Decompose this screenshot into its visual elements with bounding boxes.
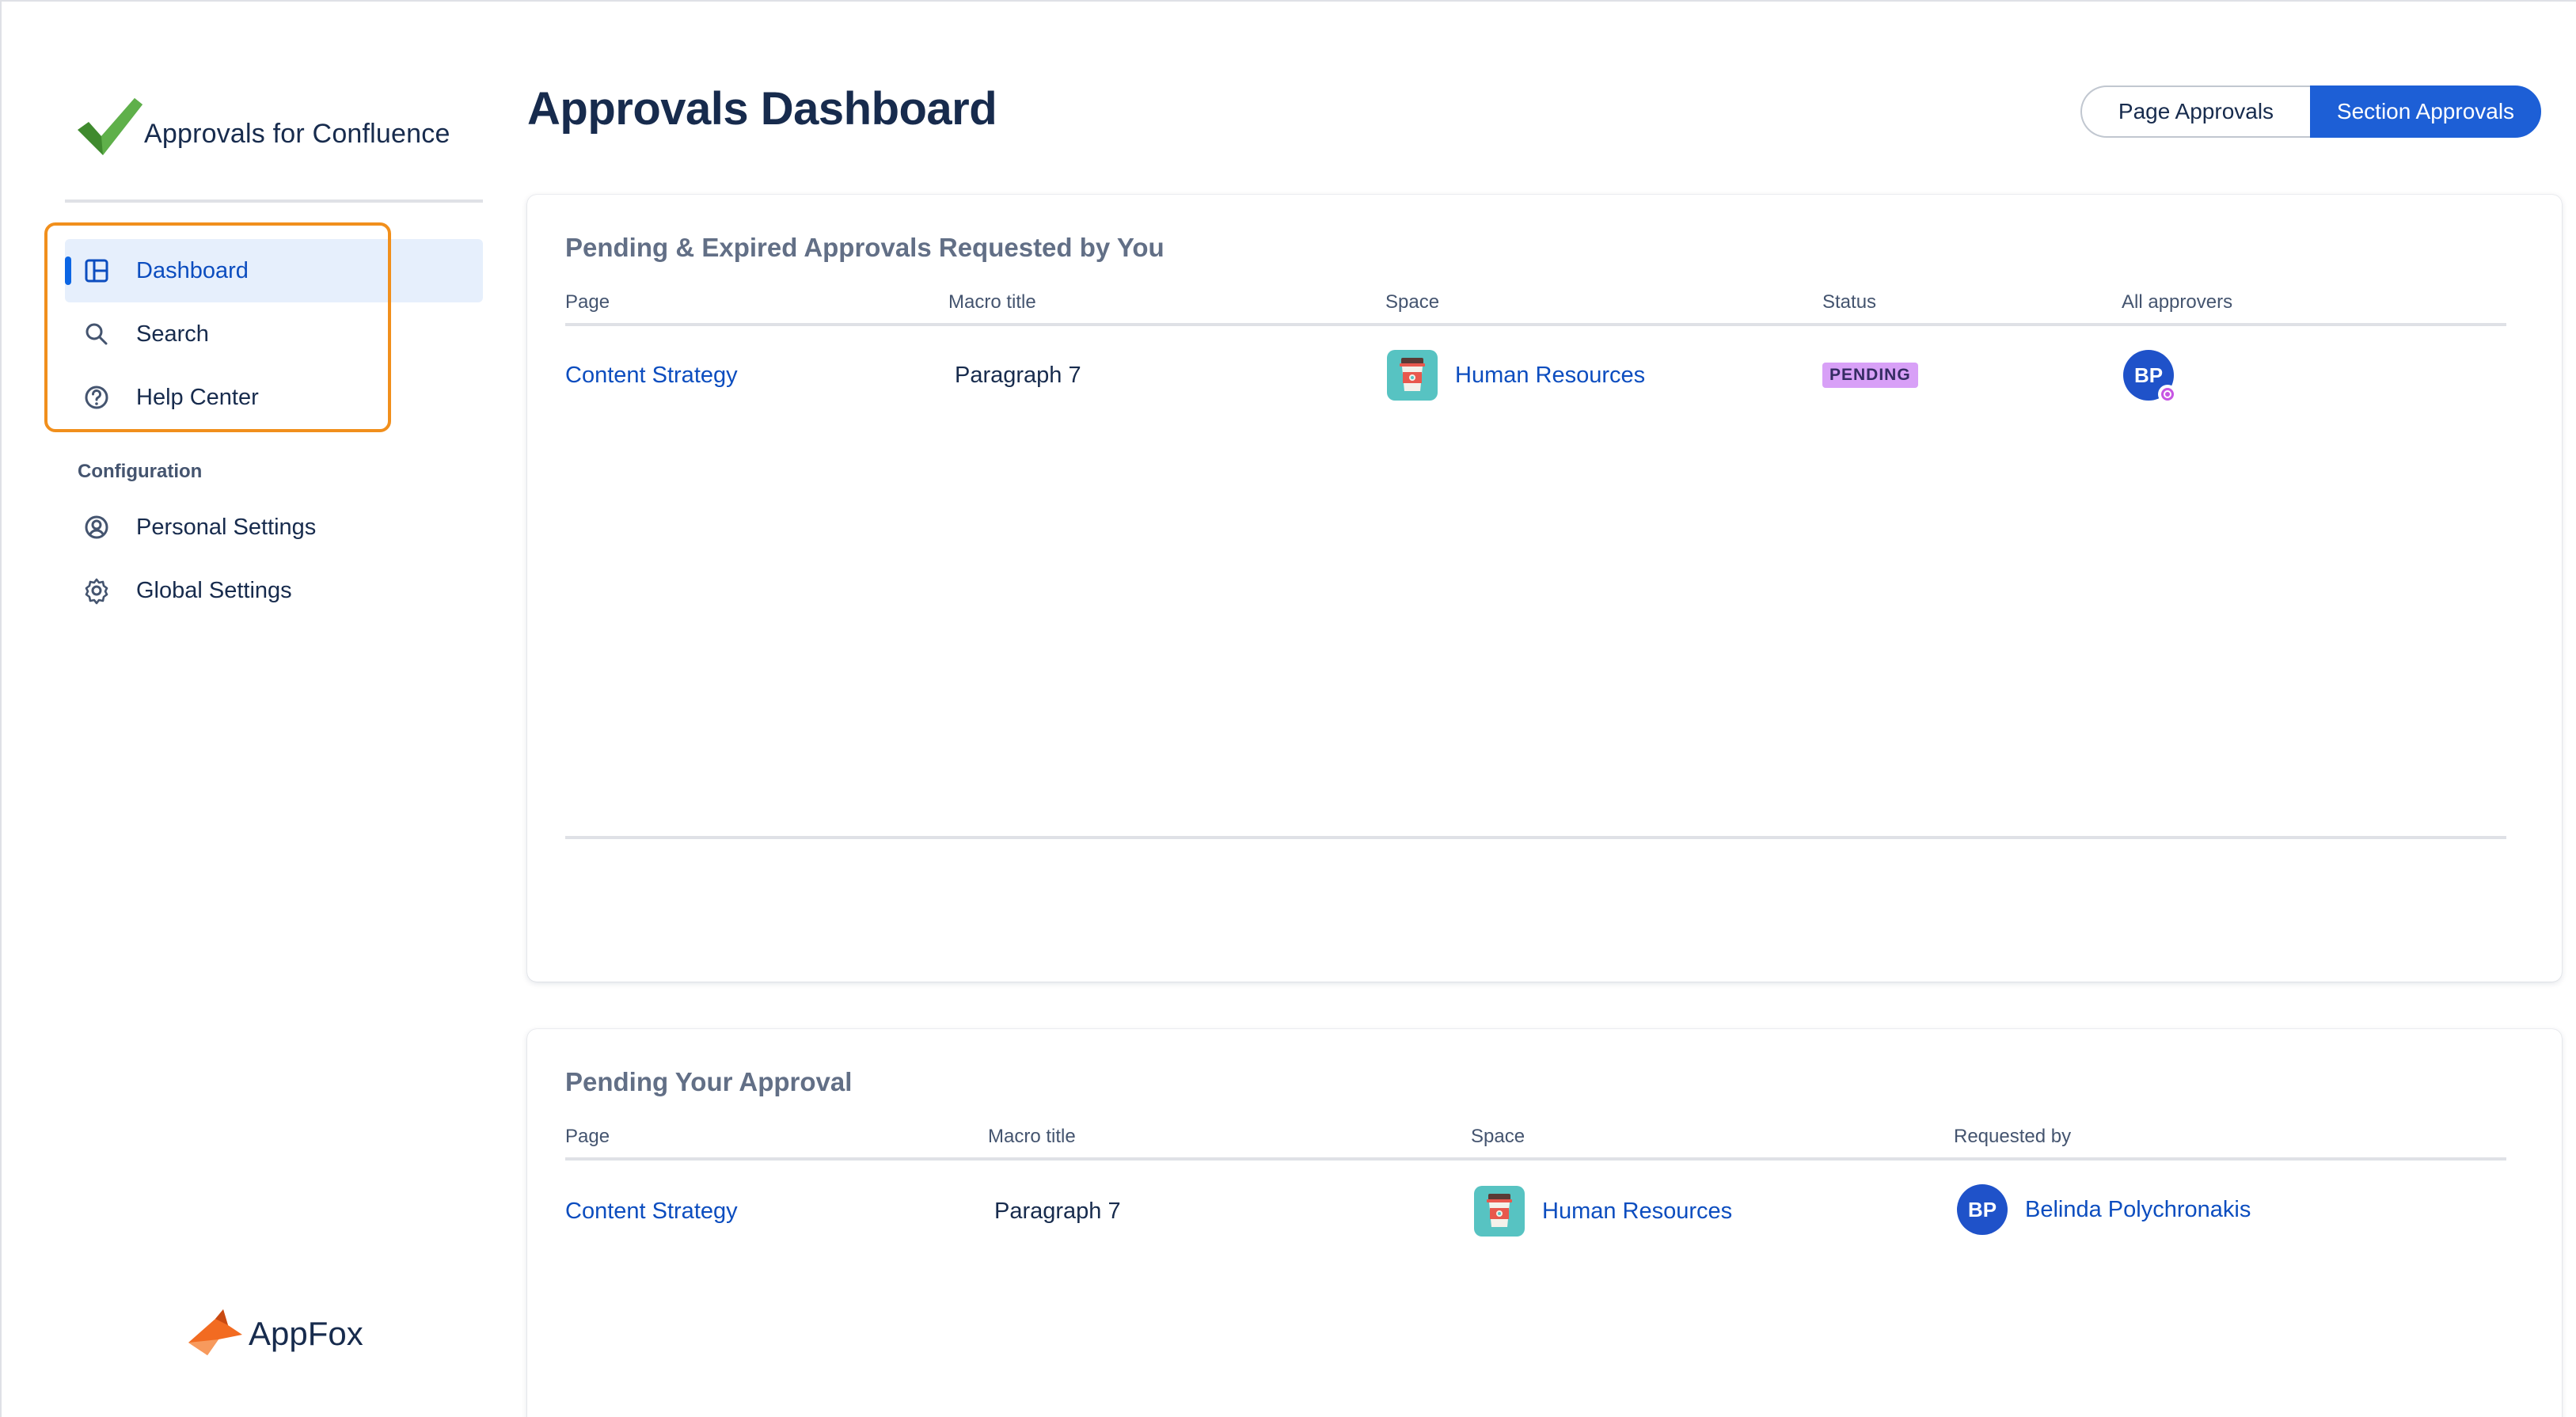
status-cell: PENDING xyxy=(1822,350,1918,401)
requester-link[interactable]: Belinda Polychronakis xyxy=(2025,1197,2251,1223)
page-title: Approvals Dashboard xyxy=(527,83,997,135)
column-header-status[interactable]: Status xyxy=(1822,291,1876,313)
checkmark-logo-icon xyxy=(78,98,142,155)
sidebar-divider xyxy=(65,199,483,203)
sidebar-item-label: Personal Settings xyxy=(136,514,317,540)
column-header-macro-title[interactable]: Macro title xyxy=(948,291,1036,313)
header-divider xyxy=(565,1157,2506,1161)
avatar-initials: BP xyxy=(1967,1197,1997,1221)
space-link[interactable]: Human Resources xyxy=(1455,363,1645,389)
avatar[interactable]: BP xyxy=(2123,350,2177,404)
user-circle-icon xyxy=(81,511,112,543)
space-cell: Human Resources xyxy=(1387,350,1645,401)
status-badge: PENDING xyxy=(1822,363,1918,388)
table-footer-divider xyxy=(565,836,2506,839)
app-logo[interactable]: Approvals for Confluence xyxy=(74,95,450,158)
requested-by-cell: BP Belinda Polychronakis xyxy=(1957,1184,2251,1235)
page-link[interactable]: Content Strategy xyxy=(565,1186,738,1237)
approvers-cell: BP xyxy=(2123,350,2177,404)
sidebar-item-global-settings[interactable]: Global Settings xyxy=(65,559,483,622)
column-header-page[interactable]: Page xyxy=(565,1126,610,1148)
avatar[interactable]: BP xyxy=(1957,1184,2008,1235)
configuration-heading: Configuration xyxy=(78,461,203,482)
space-link[interactable]: Human Resources xyxy=(1542,1199,1732,1225)
page-link[interactable]: Content Strategy xyxy=(565,350,738,401)
macro-title: Paragraph 7 xyxy=(955,362,1081,388)
page-approvals-button[interactable]: Page Approvals xyxy=(2080,85,2310,138)
header-divider xyxy=(565,323,2506,326)
pending-status-icon xyxy=(2158,385,2177,404)
sidebar: Approvals for Confluence Dashboard Searc… xyxy=(0,0,507,1417)
pending-your-approval-card: Pending Your Approval Page Macro title S… xyxy=(527,1029,2562,1417)
approval-type-toggle: Page Approvals Section Approvals xyxy=(2080,85,2541,138)
requested-by-you-card: Pending & Expired Approvals Requested by… xyxy=(527,195,2562,982)
sidebar-item-label: Global Settings xyxy=(136,577,292,603)
section-approvals-button[interactable]: Section Approvals xyxy=(2310,85,2541,138)
sidebar-item-personal-settings[interactable]: Personal Settings xyxy=(65,496,483,559)
space-coffee-icon xyxy=(1387,350,1438,401)
column-header-space[interactable]: Space xyxy=(1385,291,1439,313)
space-coffee-icon xyxy=(1474,1186,1525,1237)
macro-title: Paragraph 7 xyxy=(994,1198,1121,1224)
app-logo-text: Approvals for Confluence xyxy=(144,118,450,149)
column-header-space[interactable]: Space xyxy=(1471,1126,1525,1148)
nav-highlight-box xyxy=(44,222,391,432)
card-title: Pending & Expired Approvals Requested by… xyxy=(565,233,1165,262)
column-header-macro-title[interactable]: Macro title xyxy=(988,1126,1076,1148)
column-header-requested-by[interactable]: Requested by xyxy=(1954,1126,2071,1148)
fox-logo-icon xyxy=(188,1309,242,1355)
card-title: Pending Your Approval xyxy=(565,1067,853,1096)
appfox-text: AppFox xyxy=(249,1315,363,1352)
column-header-page[interactable]: Page xyxy=(565,291,610,313)
column-header-all-approvers[interactable]: All approvers xyxy=(2122,291,2232,313)
avatar-initials: BP xyxy=(2133,363,2164,387)
gear-icon xyxy=(81,575,112,606)
space-cell: Human Resources xyxy=(1474,1186,1732,1237)
appfox-brand[interactable]: AppFox xyxy=(184,1308,363,1360)
